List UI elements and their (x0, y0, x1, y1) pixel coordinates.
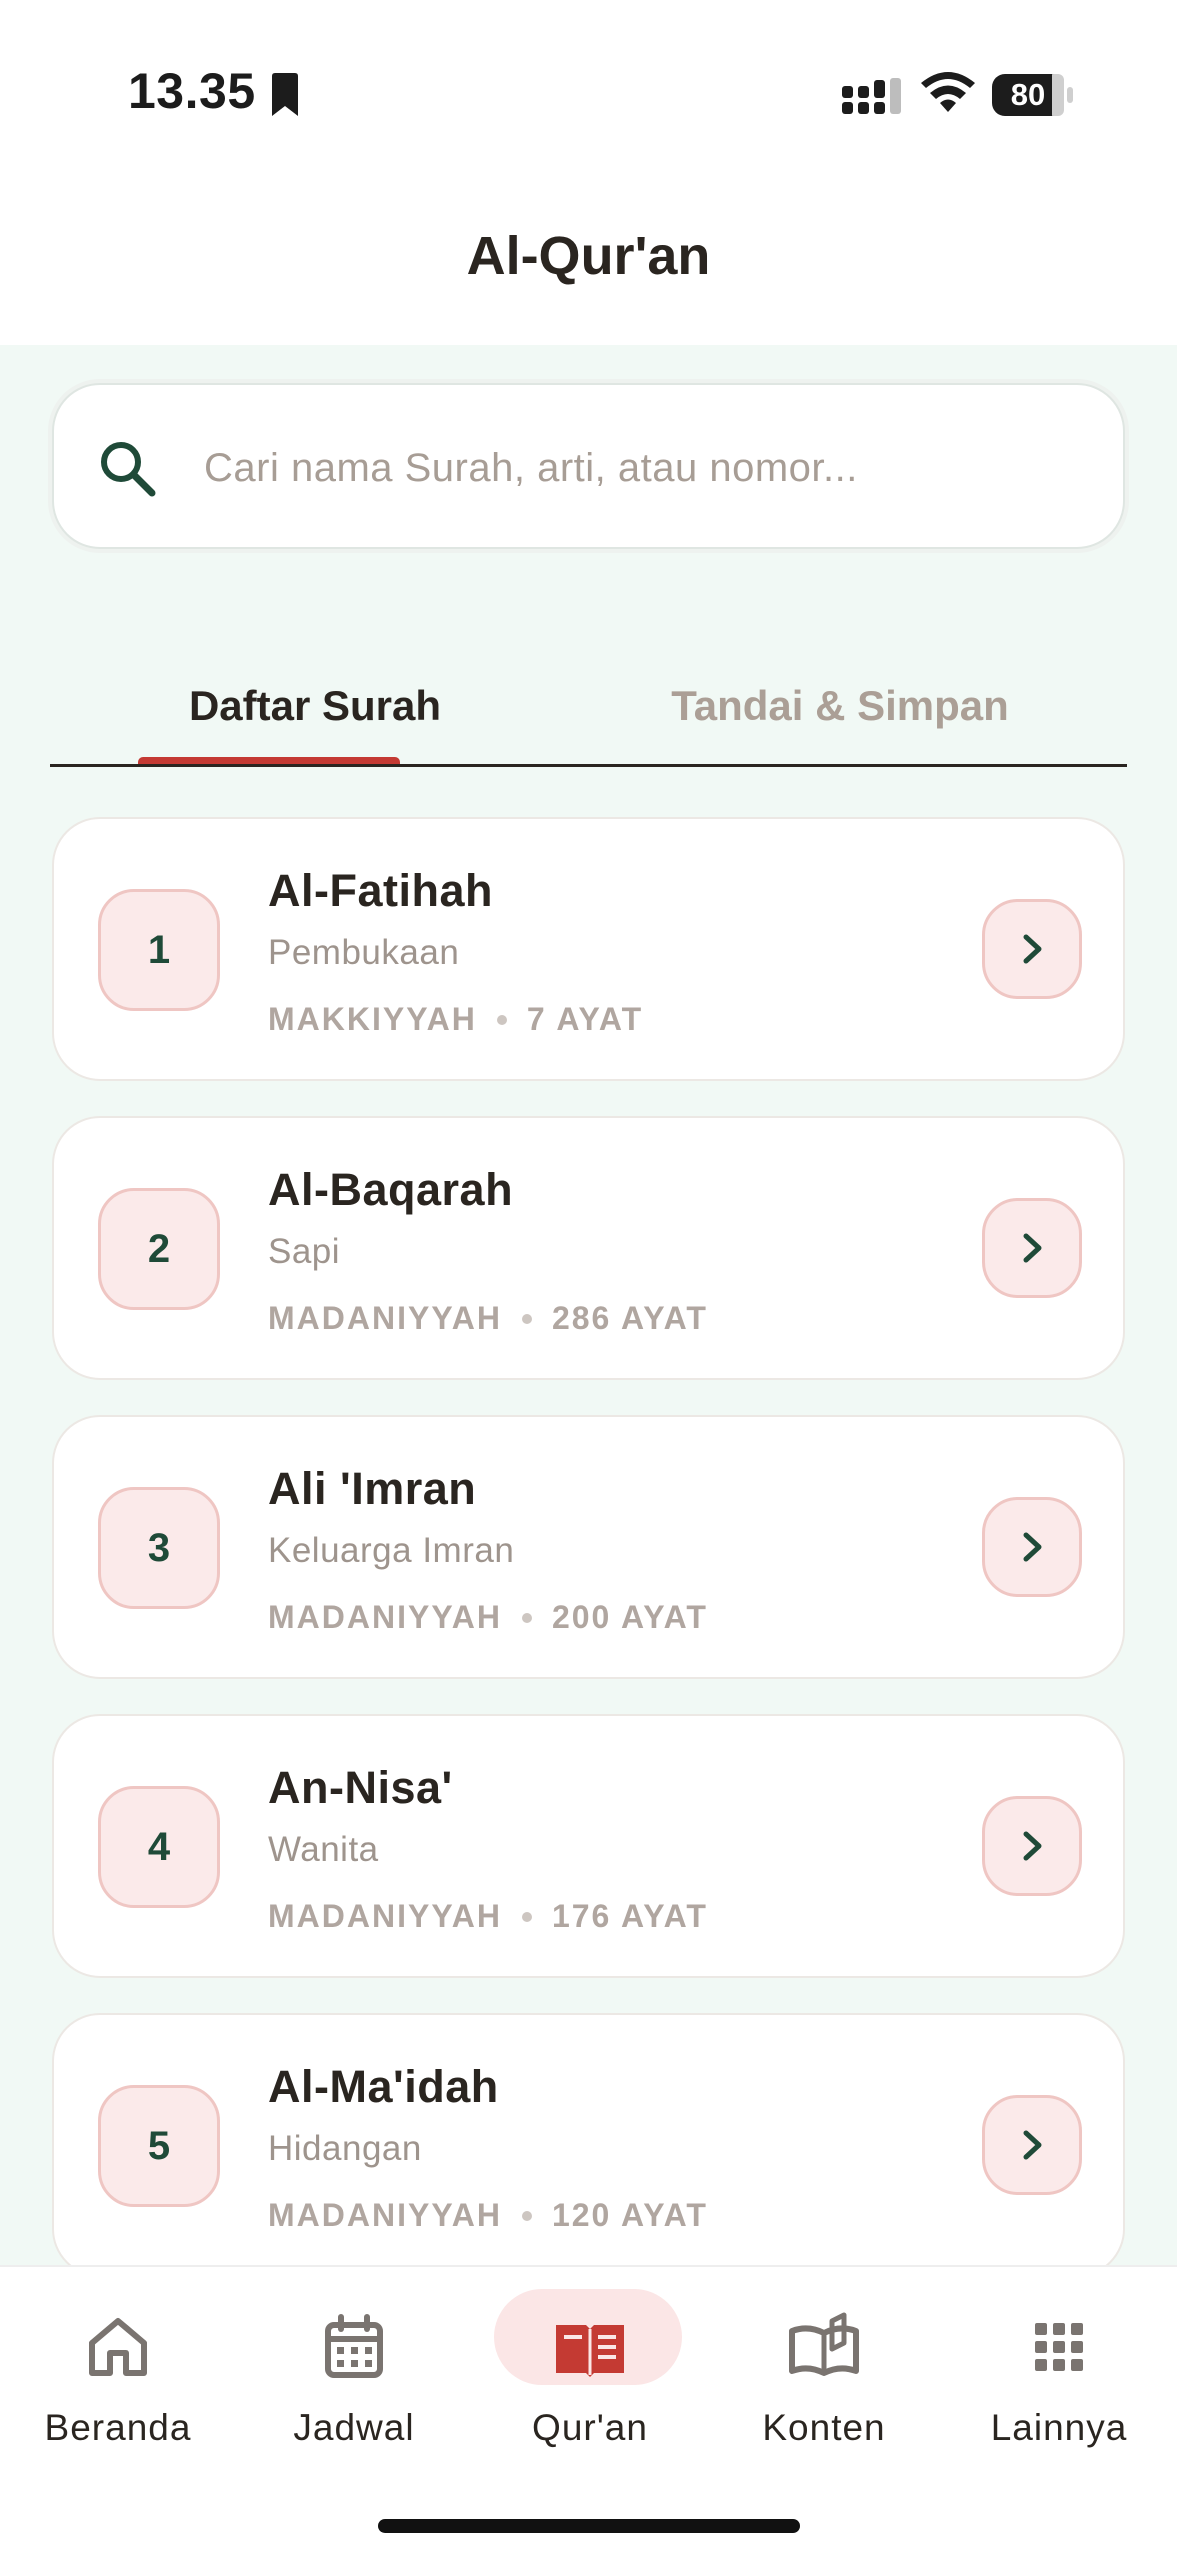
tabs-divider (50, 764, 1127, 767)
separator-dot (521, 1313, 532, 1324)
nav-item-konten[interactable]: Konten (706, 2267, 942, 2477)
surah-meaning: Pembukaan (268, 933, 460, 972)
nav-item-quran[interactable]: Qur'an (472, 2267, 708, 2477)
surah-meta: MADANIYYAH 200 AYAT (268, 1599, 708, 1636)
surah-verse-count: 7 AYAT (526, 1001, 644, 1037)
surah-card[interactable]: 3 Ali 'Imran Keluarga Imran MADANIYYAH 2… (52, 1415, 1125, 1679)
search-input[interactable] (204, 425, 1084, 511)
surah-type: MADANIYYAH (268, 2197, 502, 2233)
surah-type: MADANIYYAH (268, 1300, 502, 1336)
surah-card[interactable]: 4 An-Nisa' Wanita MADANIYYAH 176 AYAT (52, 1714, 1125, 1978)
quran-book-icon (556, 2325, 624, 2377)
content-area: Daftar Surah Tandai & Simpan 1 Al-Fatiha… (0, 345, 1177, 2265)
surah-name: An-Nisa' (268, 1762, 453, 1813)
search-icon (101, 442, 156, 497)
page-title: Al-Qur'an (466, 226, 711, 286)
chevron-right-icon (1023, 934, 1042, 964)
chevron-right-icon (1023, 1532, 1042, 1562)
quran-screen: 13.35 80 Al-Qur'an Cari nama Surah, arti… (0, 0, 1177, 2560)
surah-verse-count: 176 AYAT (551, 1898, 708, 1934)
nav-label: Beranda (44, 2407, 192, 2448)
surah-verse-count: 286 AYAT (551, 1300, 708, 1336)
surah-name: Al-Ma'idah (268, 2061, 499, 2112)
surah-meaning: Wanita (268, 1830, 379, 1869)
open-surah-button[interactable] (982, 899, 1082, 999)
nav-label: Konten (762, 2407, 886, 2448)
surah-number-badge: 3 (98, 1487, 220, 1609)
surah-card[interactable]: 2 Al-Baqarah Sapi MADANIYYAH 286 AYAT (52, 1116, 1125, 1380)
tab-tandai-simpan[interactable]: Tandai & Simpan (650, 655, 1030, 757)
open-book-icon (789, 2312, 859, 2376)
surah-number-badge: 4 (98, 1786, 220, 1908)
nav-label: Jadwal (293, 2407, 415, 2448)
grid-icon (1035, 2323, 1083, 2371)
surah-name: Al-Fatihah (268, 865, 493, 916)
surah-verse-count: 200 AYAT (551, 1599, 708, 1635)
status-time: 13.35 (128, 63, 256, 119)
surah-number-badge: 2 (98, 1188, 220, 1310)
separator-dot (521, 2210, 532, 2221)
home-icon (89, 2318, 147, 2376)
separator-dot (521, 1911, 532, 1922)
surah-number-badge: 5 (98, 2085, 220, 2207)
search-bar[interactable] (52, 383, 1125, 549)
surah-card[interactable]: 1 Al-Fatihah Pembukaan MAKKIYYAH 7 AYAT (52, 817, 1125, 1081)
battery-level: 80 (1010, 77, 1046, 112)
nav-item-jadwal[interactable]: Jadwal (236, 2267, 472, 2477)
surah-meta: MADANIYYAH 286 AYAT (268, 1300, 708, 1337)
surah-card[interactable]: 5 Al-Ma'idah Hidangan MADANIYYAH 120 AYA… (52, 2013, 1125, 2265)
surah-name: Ali 'Imran (268, 1463, 477, 1514)
surah-name: Al-Baqarah (268, 1164, 514, 1215)
bottom-navigation: Beranda Jadwal Qur'an Konten Lainnya (0, 2265, 1177, 2560)
separator-dot (496, 1014, 507, 1025)
cellular-signal-icon (842, 78, 901, 114)
surah-type: MAKKIYYAH (268, 1001, 477, 1037)
status-bar: 13.35 80 (0, 0, 1177, 190)
surah-meaning: Hidangan (268, 2129, 422, 2168)
surah-type: MADANIYYAH (268, 1898, 502, 1934)
nav-item-lainnya[interactable]: Lainnya (941, 2267, 1177, 2477)
bookmark-icon (272, 73, 298, 116)
surah-meta: MAKKIYYAH 7 AYAT (268, 1001, 643, 1038)
chevron-right-icon (1023, 1233, 1042, 1263)
open-surah-button[interactable] (982, 1497, 1082, 1597)
wifi-icon (921, 72, 975, 112)
surah-meta: MADANIYYAH 120 AYAT (268, 2197, 708, 2234)
surah-meaning: Keluarga Imran (268, 1531, 515, 1570)
calendar-icon (325, 2314, 383, 2378)
battery-icon: 80 (992, 74, 1074, 116)
chevron-right-icon (1023, 2130, 1042, 2160)
chevron-right-icon (1023, 1831, 1042, 1861)
tab-bar: Daftar Surah Tandai & Simpan (50, 655, 1127, 765)
nav-label: Qur'an (532, 2407, 648, 2448)
surah-verse-count: 120 AYAT (551, 2197, 708, 2233)
surah-type: MADANIYYAH (268, 1599, 502, 1635)
open-surah-button[interactable] (982, 1796, 1082, 1896)
open-surah-button[interactable] (982, 2095, 1082, 2195)
open-surah-button[interactable] (982, 1198, 1082, 1298)
surah-meaning: Sapi (268, 1232, 341, 1271)
tab-daftar-surah[interactable]: Daftar Surah (180, 655, 450, 757)
surah-meta: MADANIYYAH 176 AYAT (268, 1898, 708, 1935)
nav-item-beranda[interactable]: Beranda (0, 2267, 236, 2477)
surah-number-badge: 1 (98, 889, 220, 1011)
separator-dot (521, 1612, 532, 1623)
nav-label: Lainnya (990, 2407, 1128, 2448)
home-indicator[interactable] (378, 2519, 800, 2533)
